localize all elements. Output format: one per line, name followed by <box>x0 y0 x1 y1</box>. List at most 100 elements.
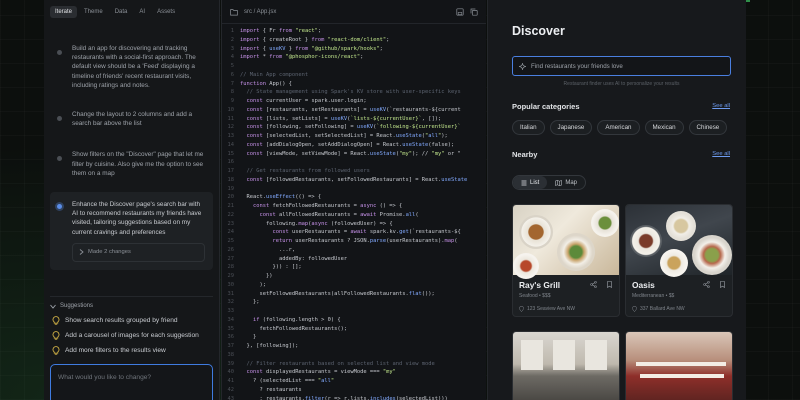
line-number: 7 <box>230 80 234 87</box>
prompt-input[interactable]: What would you like to change? <box>50 364 213 400</box>
suggestion-item[interactable]: Show search results grouped by friend <box>50 313 213 328</box>
chip-american[interactable]: American <box>597 120 640 135</box>
line-number: 40 <box>227 369 235 376</box>
code-line[interactable]: 4 import * from "@phosphor-icons/react"; <box>222 53 486 62</box>
code-line[interactable]: 27 addedBy: followedUser <box>222 255 486 264</box>
code-line[interactable]: 31 setFollowedRestaurants(allFollowedRes… <box>222 290 486 299</box>
see-all-categories-link[interactable]: See all <box>712 103 730 109</box>
tab-assets[interactable]: Assets <box>152 6 180 18</box>
code-line[interactable]: 24 const userRestaurants = await spark.k… <box>222 228 486 237</box>
code-line[interactable]: 41 ? (selectedList === "all" <box>222 377 486 386</box>
code-line[interactable]: 33 <box>222 307 486 316</box>
code-line[interactable]: 21 const fetchFollowedRestaurants = asyn… <box>222 202 486 211</box>
code-line[interactable]: 32 }; <box>222 298 486 307</box>
copy-icon[interactable] <box>470 8 478 16</box>
list-view-button[interactable]: List <box>513 176 548 189</box>
code-text: ? restaurants <box>240 386 302 393</box>
code-line[interactable]: 7 function App() { <box>222 80 486 89</box>
code-line[interactable]: 29 }) <box>222 272 486 281</box>
code-line[interactable]: 20 React.useEffect(() => { <box>222 193 486 202</box>
code-line[interactable]: 35 fetchFollowedRestaurants(); <box>222 325 486 334</box>
tab-data[interactable]: Data <box>110 6 133 18</box>
bookmark-icon[interactable] <box>719 281 726 288</box>
code-line[interactable]: 37 }, [following]); <box>222 342 486 351</box>
history-message[interactable]: Build an app for discovering and trackin… <box>50 38 213 96</box>
file-path[interactable]: src / App.jsx <box>244 9 276 15</box>
tab-ai[interactable]: AI <box>134 6 150 18</box>
code-line[interactable]: 18 const [followedRestaurants, setFollow… <box>222 176 486 185</box>
code-text: } <box>240 334 257 341</box>
suggestion-item[interactable]: Add more filters to the results view <box>50 343 213 358</box>
restaurant-address: 123 Seaview Ave NW <box>519 306 613 312</box>
code-text: import { useKV } from "@github/spark/hoo… <box>240 45 383 52</box>
suggestions-toggle[interactable]: Suggestions <box>50 303 213 309</box>
code-line[interactable]: 2 import { createRoot } from "react-dom/c… <box>222 36 486 45</box>
code-text: ); <box>240 281 266 288</box>
bookmark-icon[interactable] <box>606 281 613 288</box>
save-icon[interactable] <box>456 7 464 16</box>
code-line[interactable]: 26 ...r, <box>222 246 486 255</box>
restaurant-search-input[interactable]: Find restaurants your friends love <box>512 56 731 76</box>
line-number: 26 <box>227 246 235 253</box>
suggestion-item[interactable]: Add a carousel of images for each sugges… <box>50 328 213 343</box>
line-number: 37 <box>227 343 235 349</box>
chat-panel: Iterate Theme Data AI Assets Build an ap… <box>44 0 220 400</box>
changes-summary-button[interactable]: Made 2 changes <box>72 242 205 263</box>
line-number: 41 <box>227 378 235 384</box>
code-line[interactable]: 25 return userRestaurants ? JSON.parse(u… <box>222 237 486 246</box>
map-view-button[interactable]: Map <box>547 176 585 189</box>
code-line[interactable]: 15 const [viewMode, setViewMode] = React… <box>222 150 486 159</box>
share-icon[interactable] <box>703 281 710 288</box>
restaurant-card[interactable]: Ray's Grill Seafood • $$$ 123 Seaview Av… <box>512 204 620 317</box>
code-line[interactable]: 3 import { useKV } from "@github/spark/ho… <box>222 45 486 54</box>
code-line[interactable]: 9 const currentUser = spark.user.login; <box>222 97 486 106</box>
code-line[interactable]: 14 const [addDialogOpen, setAddDialogOpe… <box>222 141 486 150</box>
chip-italian[interactable]: Italian <box>512 120 545 135</box>
code-text: }) <box>240 273 273 279</box>
code-line[interactable]: 34 if (following.length > 0) { <box>222 316 486 325</box>
code-line[interactable]: 30 ); <box>222 281 486 290</box>
see-all-nearby-link[interactable]: See all <box>712 151 730 157</box>
code-text: function App() { <box>240 80 292 87</box>
restaurant-card[interactable]: Oasis Mediterranean • $$ 337 Ballard Ave… <box>625 204 733 317</box>
code-line[interactable]: 39 // Filter restaurants based on select… <box>222 360 486 369</box>
code-line[interactable]: 43 : restaurants.filter(r => r.lists.inc… <box>222 395 486 400</box>
code-line[interactable]: 8 // State management using Spark's KV s… <box>222 88 486 97</box>
code-line[interactable]: 11 const [lists, setLists] = useKV(`list… <box>222 115 486 124</box>
restaurant-card[interactable] <box>625 331 733 400</box>
code-line[interactable]: 40 const displayedRestaurants = viewMode… <box>222 368 486 377</box>
code-line[interactable]: 36 } <box>222 333 486 342</box>
folder-icon[interactable] <box>230 8 238 16</box>
chip-japanese[interactable]: Japanese <box>549 120 593 135</box>
history-message[interactable]: Show filters on the "Discover" page that… <box>50 144 213 184</box>
code-line[interactable]: 5 <box>222 62 486 71</box>
message-text: Build an app for discovering and trackin… <box>72 45 196 89</box>
restaurant-meta: Mediterranean • $$ <box>632 293 675 299</box>
restaurant-card[interactable] <box>512 331 620 400</box>
code-line[interactable]: 23 following.map(async (followedUser) =>… <box>222 220 486 229</box>
line-number: 32 <box>227 299 235 306</box>
code-area[interactable]: 1 import { Fr from "react"; 2 import { crea… <box>222 24 486 400</box>
share-icon[interactable] <box>590 281 597 288</box>
chip-chinese[interactable]: Chinese <box>688 120 728 135</box>
code-line[interactable]: 10 const [restaurants, setRestaurants] =… <box>222 106 486 115</box>
code-line[interactable]: 17 // Get restaurants from followed user… <box>222 167 486 176</box>
code-line[interactable]: 1 import { Fr from "react"; <box>222 27 486 36</box>
code-line[interactable]: 12 const [following, setFollowing] = use… <box>222 123 486 132</box>
tab-theme[interactable]: Theme <box>79 6 108 18</box>
code-line[interactable]: 38 <box>222 351 486 360</box>
code-line[interactable]: 42 ? restaurants <box>222 386 486 395</box>
code-editor: src / App.jsx 1 import { Fr from "react";… <box>221 0 486 400</box>
code-line[interactable]: 16 <box>222 158 486 167</box>
tab-iterate[interactable]: Iterate <box>50 6 78 18</box>
code-text: if (following.length > 0) { <box>252 316 341 323</box>
code-line[interactable]: 22 const allFollowedRestaurants = await … <box>222 211 486 220</box>
code-line[interactable]: 13 const [selectedList, setSelectedList]… <box>222 132 486 141</box>
history-message[interactable]: Change the layout to 2 columns and add a… <box>50 104 213 134</box>
code-line[interactable]: 19 <box>222 185 486 194</box>
history-message-current[interactable]: Enhance the Discover page's search bar w… <box>50 192 213 271</box>
chip-mexican[interactable]: Mexican <box>644 120 684 135</box>
code-line[interactable]: 28 })) : []; <box>222 263 486 272</box>
code-line[interactable]: 6 // Main App component <box>222 71 486 80</box>
line-number: 34 <box>227 316 235 323</box>
